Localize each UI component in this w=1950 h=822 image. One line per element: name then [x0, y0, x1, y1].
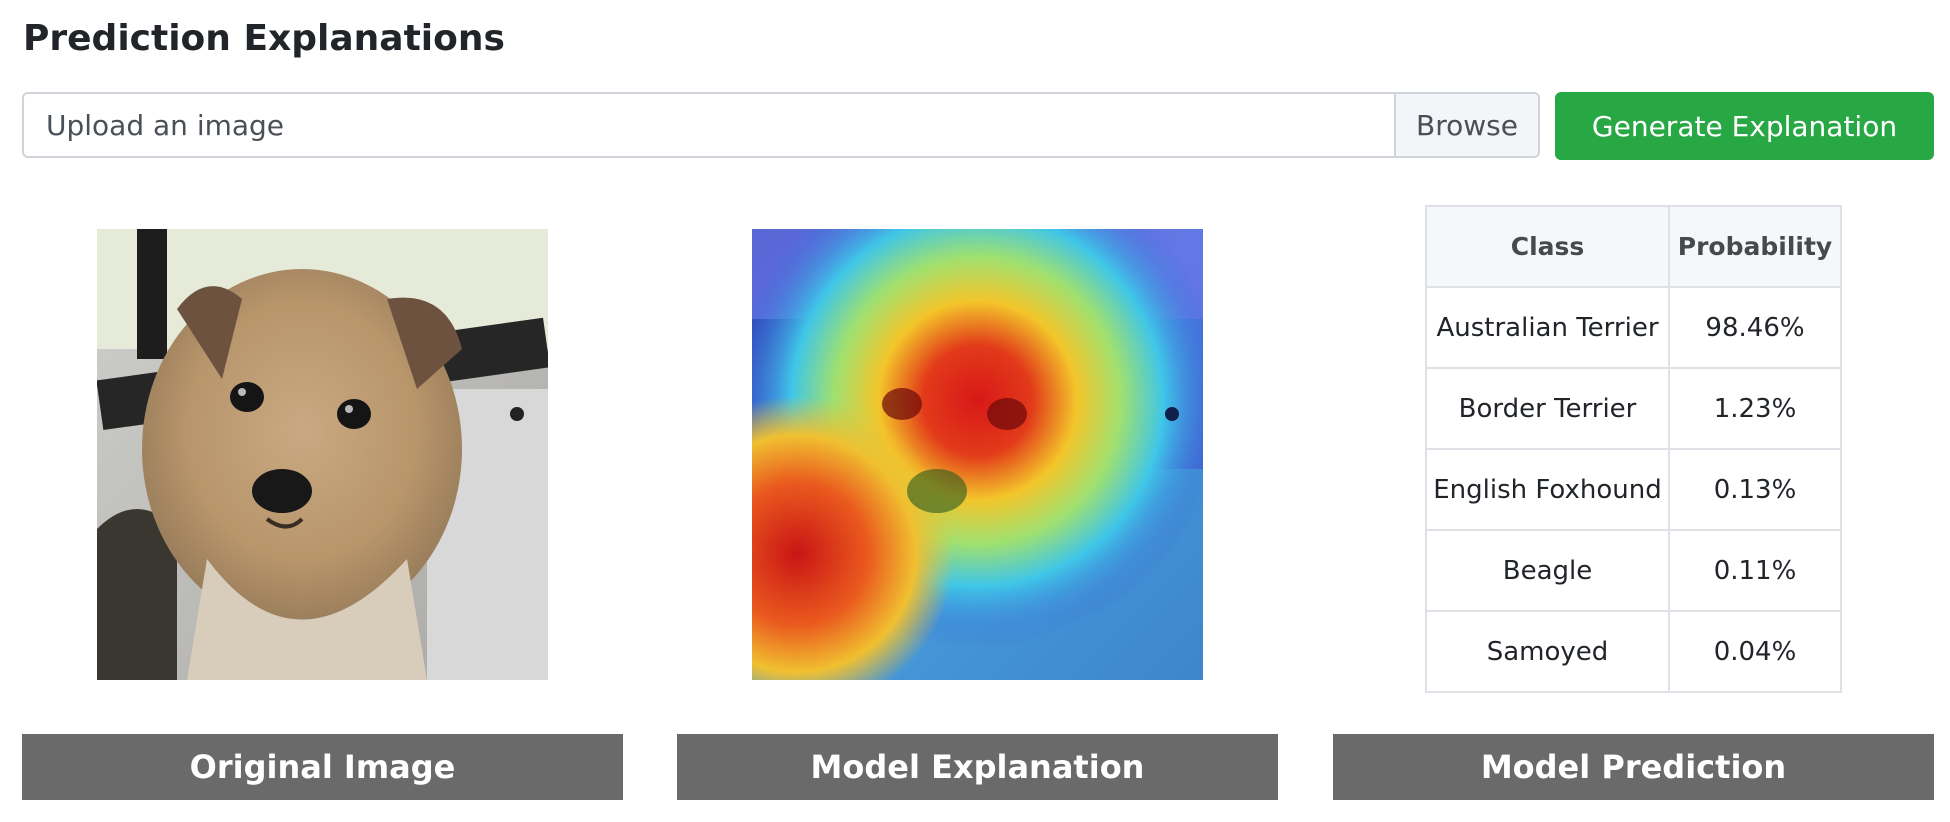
table-header-row: Class Probability — [1425, 205, 1842, 288]
probability-cell: 98.46% — [1668, 286, 1842, 369]
class-cell: Border Terrier — [1425, 367, 1670, 450]
original-image-caption: Original Image — [22, 734, 623, 800]
class-cell: English Foxhound — [1425, 448, 1670, 531]
original-image — [97, 229, 548, 680]
browse-button[interactable]: Browse — [1394, 94, 1538, 156]
table-row: Australian Terrier 98.46% — [1425, 286, 1842, 369]
probability-cell: 0.13% — [1668, 448, 1842, 531]
column-header-class: Class — [1425, 205, 1670, 288]
class-cell: Samoyed — [1425, 610, 1670, 693]
class-cell: Australian Terrier — [1425, 286, 1670, 369]
file-upload-group[interactable]: Upload an image Browse — [22, 92, 1540, 158]
model-explanation-caption: Model Explanation — [677, 734, 1278, 800]
explanation-heatmap-image — [752, 229, 1203, 680]
upload-input[interactable]: Upload an image — [24, 94, 1394, 156]
probability-cell: 0.04% — [1668, 610, 1842, 693]
table-row: Border Terrier 1.23% — [1425, 367, 1842, 450]
class-cell: Beagle — [1425, 529, 1670, 612]
table-row: Samoyed 0.04% — [1425, 610, 1842, 693]
page: Prediction Explanations Upload an image … — [0, 0, 1950, 822]
page-title: Prediction Explanations — [23, 18, 505, 59]
generate-explanation-button[interactable]: Generate Explanation — [1555, 92, 1934, 160]
model-prediction-caption: Model Prediction — [1333, 734, 1934, 800]
table-row: Beagle 0.11% — [1425, 529, 1842, 612]
probability-cell: 1.23% — [1668, 367, 1842, 450]
table-row: English Foxhound 0.13% — [1425, 448, 1842, 531]
probability-cell: 0.11% — [1668, 529, 1842, 612]
column-header-probability: Probability — [1668, 205, 1842, 288]
prediction-table: Class Probability Australian Terrier 98.… — [1425, 205, 1842, 693]
